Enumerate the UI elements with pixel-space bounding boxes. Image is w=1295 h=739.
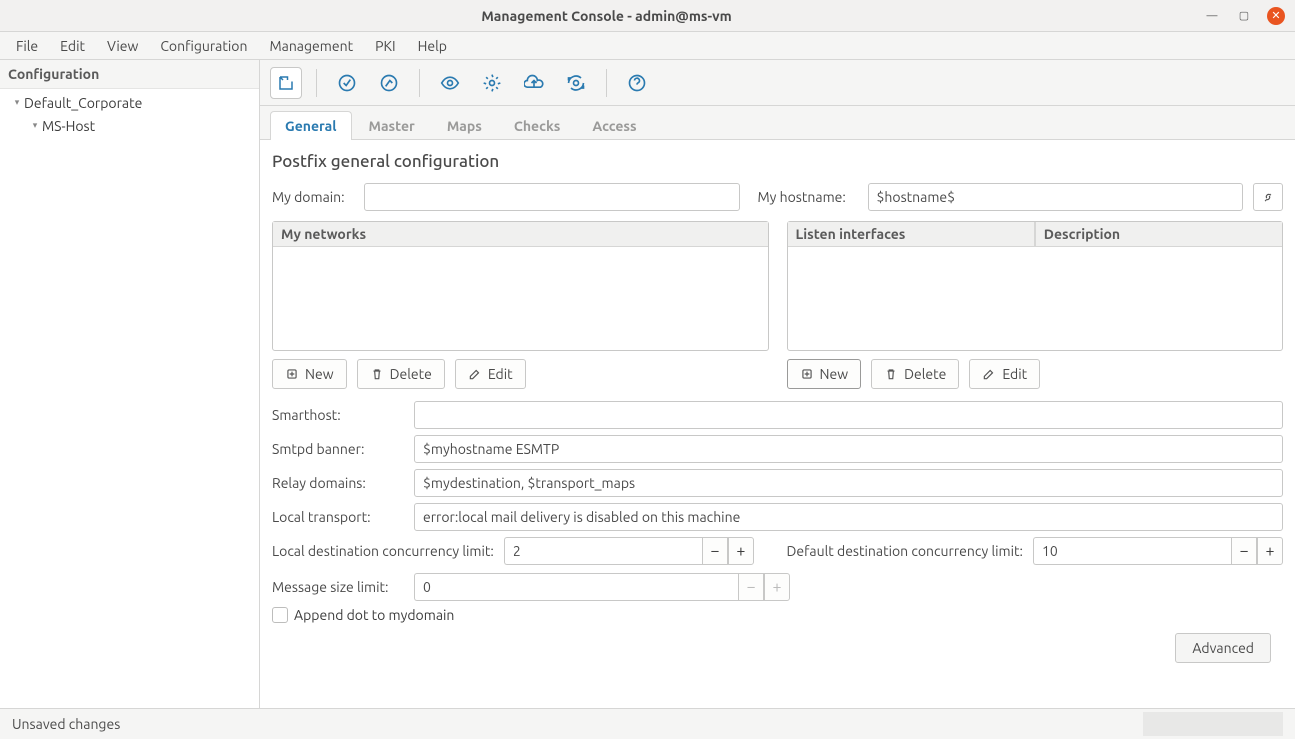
appenddot-checkbox[interactable]: [272, 607, 288, 623]
tab-general[interactable]: General: [270, 111, 352, 140]
toolbar-help-button[interactable]: [621, 67, 653, 99]
close-button[interactable]: ✕: [1267, 7, 1285, 25]
msgsize-input[interactable]: [414, 573, 738, 601]
toolbar-upload-button[interactable]: [518, 67, 550, 99]
hostname-link-button[interactable]: [1253, 183, 1283, 211]
toolbar-sync-button[interactable]: [560, 67, 592, 99]
mydomain-label: My domain:: [272, 189, 354, 205]
localtransport-label: Local transport:: [272, 509, 402, 525]
defaultconc-decrement[interactable]: −: [1231, 537, 1257, 565]
msgsize-increment: +: [764, 573, 790, 601]
interfaces-new-button[interactable]: New: [787, 359, 862, 389]
config-tree: ▾Default_Corporate▾MS-Host: [0, 89, 259, 708]
localconc-spinner: − +: [504, 537, 754, 565]
interfaces-grid: Listen interfaces Description: [787, 221, 1284, 351]
menu-edit[interactable]: Edit: [50, 34, 95, 58]
smarthost-label: Smarthost:: [272, 407, 402, 423]
toolbar-settings-button[interactable]: [476, 67, 508, 99]
smtpdbanner-label: Smtpd banner:: [272, 441, 402, 457]
panel-heading: Postfix general configuration: [272, 152, 1283, 171]
networks-delete-button[interactable]: Delete: [357, 359, 445, 389]
sidebar: Configuration ▾Default_Corporate▾MS-Host: [0, 60, 260, 708]
smtpdbanner-input[interactable]: [414, 435, 1283, 463]
tab-maps[interactable]: Maps: [432, 111, 497, 140]
menu-management[interactable]: Management: [259, 34, 363, 58]
maximize-button[interactable]: ▢: [1235, 7, 1253, 25]
menubar: File Edit View Configuration Management …: [0, 32, 1295, 60]
networks-edit-button[interactable]: Edit: [455, 359, 526, 389]
msgsize-spinner: − +: [414, 573, 790, 601]
relaydomains-label: Relay domains:: [272, 475, 402, 491]
interfaces-delete-button[interactable]: Delete: [871, 359, 959, 389]
menu-view[interactable]: View: [97, 34, 148, 58]
toolbar-apply-button[interactable]: [331, 67, 363, 99]
mydomain-input[interactable]: [364, 183, 740, 211]
description-header: Description: [1035, 222, 1282, 246]
networks-grid: My networks: [272, 221, 769, 351]
advanced-button[interactable]: Advanced: [1175, 633, 1271, 663]
content-toolbar: [260, 60, 1295, 106]
msgsize-decrement: −: [738, 573, 764, 601]
smarthost-input[interactable]: [414, 401, 1283, 429]
tree-node-default-corporate[interactable]: ▾Default_Corporate: [0, 91, 259, 114]
interfaces-edit-button[interactable]: Edit: [969, 359, 1040, 389]
localconc-decrement[interactable]: −: [702, 537, 728, 565]
networks-header: My networks: [273, 222, 768, 246]
toolbar-separator: [606, 69, 607, 97]
toolbar-revert-button[interactable]: [373, 67, 405, 99]
window-controls: — ▢ ✕: [1203, 7, 1285, 25]
toolbar-separator: [419, 69, 420, 97]
config-tabs: General Master Maps Checks Access: [260, 106, 1295, 140]
appenddot-label: Append dot to mydomain: [294, 607, 454, 623]
tab-checks[interactable]: Checks: [499, 111, 576, 140]
menu-help[interactable]: Help: [408, 34, 457, 58]
tree-node-ms-host[interactable]: ▾MS-Host: [0, 114, 259, 137]
menu-file[interactable]: File: [6, 34, 48, 58]
localconc-input[interactable]: [504, 537, 702, 565]
general-panel: Postfix general configuration My domain:…: [260, 140, 1295, 708]
defaultconc-input[interactable]: [1033, 537, 1231, 565]
toolbar-separator: [316, 69, 317, 97]
relaydomains-input[interactable]: [414, 469, 1283, 497]
msgsize-label: Message size limit:: [272, 579, 402, 595]
window-titlebar: Management Console - admin@ms-vm — ▢ ✕: [0, 0, 1295, 32]
defaultconc-label: Default destination concurrency limit:: [787, 543, 1024, 559]
window-title: Management Console - admin@ms-vm: [10, 8, 1203, 24]
iface-header: Listen interfaces: [788, 222, 1035, 246]
defaultconc-increment[interactable]: +: [1257, 537, 1283, 565]
networks-new-button[interactable]: New: [272, 359, 347, 389]
sidebar-header: Configuration: [0, 60, 259, 89]
myhostname-input[interactable]: [868, 183, 1244, 211]
minimize-button[interactable]: —: [1203, 7, 1221, 25]
statusbar: Unsaved changes: [0, 709, 1295, 739]
menu-pki[interactable]: PKI: [365, 34, 405, 58]
content-area: General Master Maps Checks Access Postfi…: [260, 60, 1295, 708]
localconc-label: Local destination concurrency limit:: [272, 543, 494, 559]
toolbar-up-button[interactable]: [270, 67, 302, 99]
localtransport-input[interactable]: [414, 503, 1283, 531]
defaultconc-spinner: − +: [1033, 537, 1283, 565]
statusbar-right: [1143, 712, 1283, 736]
localconc-increment[interactable]: +: [728, 537, 754, 565]
myhostname-label: My hostname:: [758, 189, 858, 205]
menu-configuration[interactable]: Configuration: [150, 34, 257, 58]
tab-access[interactable]: Access: [577, 111, 651, 140]
toolbar-view-button[interactable]: [434, 67, 466, 99]
tab-master[interactable]: Master: [354, 111, 430, 140]
status-text: Unsaved changes: [12, 716, 120, 732]
